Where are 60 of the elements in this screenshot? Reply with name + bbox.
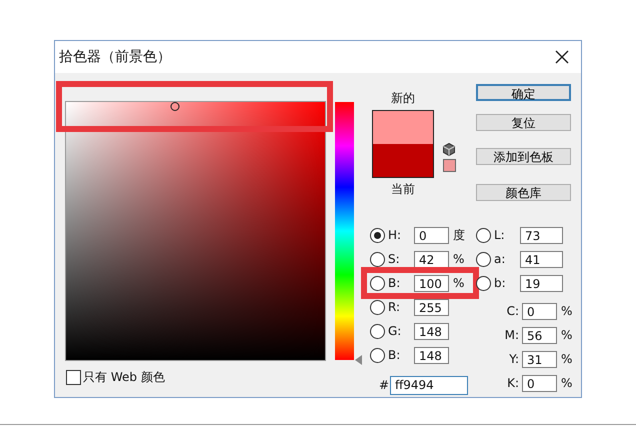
- radio-button[interactable]: [476, 228, 491, 242]
- color-swatch: [372, 110, 434, 178]
- unit-label: %: [561, 304, 572, 318]
- unit-label: %: [561, 352, 572, 366]
- radio-button[interactable]: [370, 228, 385, 242]
- input-field[interactable]: 148: [414, 346, 449, 364]
- dialog-button[interactable]: 确定: [476, 84, 571, 101]
- field-label: B:: [388, 348, 402, 362]
- radio-button[interactable]: [370, 300, 385, 314]
- picker-ring[interactable]: [170, 102, 180, 111]
- unit-label: 度: [453, 226, 465, 244]
- input-field[interactable]: 100: [414, 274, 449, 292]
- field-label: R:: [388, 300, 402, 314]
- input-field[interactable]: 148: [414, 322, 449, 340]
- web-color-swatch[interactable]: [443, 159, 456, 172]
- radio-button[interactable]: [476, 276, 491, 290]
- slider-thumb[interactable]: [355, 355, 362, 365]
- field-label: Y:: [508, 352, 520, 366]
- hex-input-field[interactable]: ff9494: [390, 376, 468, 394]
- window-title: 拾色器（前景色）: [59, 48, 171, 66]
- input-field[interactable]: 73: [520, 226, 563, 244]
- input-field[interactable]: 19: [520, 274, 563, 292]
- field-label: S:: [388, 252, 401, 266]
- field-label: C:: [506, 304, 520, 318]
- input-field[interactable]: 41: [520, 250, 563, 268]
- close-icon[interactable]: [555, 50, 569, 64]
- input-field[interactable]: 42: [414, 250, 449, 268]
- input-field[interactable]: 0: [522, 374, 557, 392]
- input-field[interactable]: 31: [522, 350, 557, 368]
- radio-button[interactable]: [370, 324, 385, 338]
- color-field[interactable]: [66, 102, 325, 360]
- dialog-button[interactable]: 颜色库: [476, 184, 571, 201]
- radio-button[interactable]: [476, 252, 491, 266]
- checkbox[interactable]: [66, 370, 81, 385]
- field-label: K:: [506, 376, 520, 390]
- radio-button[interactable]: [370, 252, 385, 266]
- dialog-button[interactable]: 复位: [476, 114, 571, 131]
- radio-button[interactable]: [370, 348, 385, 362]
- radio-button[interactable]: [370, 276, 385, 290]
- input-field[interactable]: 255: [414, 298, 449, 316]
- checkbox-label: 只有 Web 颜色: [83, 369, 165, 386]
- field-label: M:: [504, 328, 520, 342]
- input-field[interactable]: 0: [414, 226, 449, 244]
- field-label: L:: [494, 228, 506, 242]
- field-label: H:: [388, 228, 402, 242]
- input-field[interactable]: 56: [522, 326, 557, 344]
- field-label: b:: [494, 276, 507, 290]
- cube-icon[interactable]: [443, 143, 455, 156]
- hash-label: #: [379, 378, 390, 392]
- field-label: a:: [494, 252, 506, 266]
- field-label: G:: [388, 324, 402, 338]
- input-field[interactable]: 0: [522, 302, 557, 320]
- dialog-button[interactable]: 添加到色板: [476, 148, 571, 165]
- new-label: 新的: [391, 90, 415, 107]
- unit-label: %: [453, 252, 464, 266]
- current-label: 当前: [391, 181, 415, 198]
- unit-label: %: [453, 276, 464, 290]
- unit-label: %: [561, 328, 572, 342]
- field-label: B:: [388, 276, 402, 290]
- unit-label: %: [561, 376, 572, 390]
